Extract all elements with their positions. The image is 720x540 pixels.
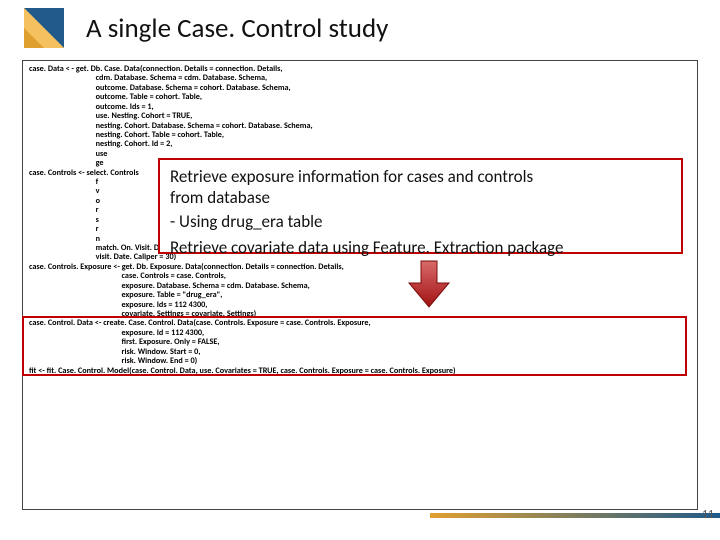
brand-logo xyxy=(22,6,66,50)
callout-line1: Retrieve exposure information for cases … xyxy=(170,166,671,187)
slide-title: A single Case. Control study xyxy=(86,12,388,45)
footer-accent xyxy=(430,513,720,518)
slide-number: 11 xyxy=(702,508,714,522)
callout-line2: from database xyxy=(170,187,671,208)
callout-line3: Retrieve covariate data using Feature. E… xyxy=(170,237,671,258)
code-box: case. Data < - get. Db. Case. Data(conne… xyxy=(22,60,698,510)
callout-bullet: - Using drug_era table xyxy=(170,211,671,232)
callout-box: Retrieve exposure information for cases … xyxy=(158,158,683,254)
arrow-icon xyxy=(407,259,451,309)
